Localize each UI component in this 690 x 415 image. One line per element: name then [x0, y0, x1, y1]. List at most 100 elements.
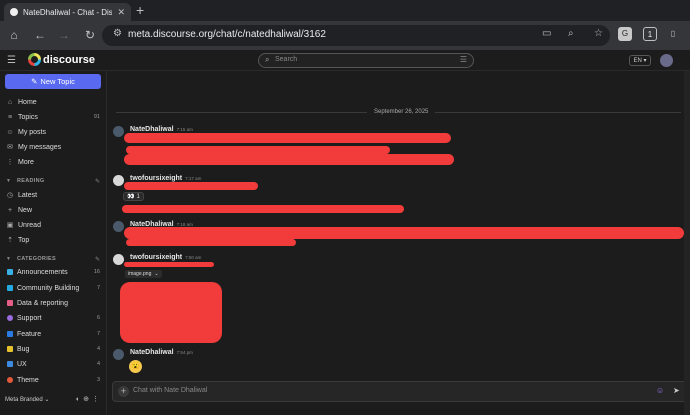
hamburger-menu-icon[interactable]: ☰ [7, 55, 16, 66]
user-avatar[interactable] [660, 54, 673, 67]
author-name: twofoursixeight [130, 254, 183, 261]
reaction-button[interactable]: 👀 1 [123, 192, 144, 201]
avatar[interactable] [113, 126, 124, 137]
message-author[interactable]: twofoursixeight 7:17 am [130, 175, 201, 182]
message-author[interactable]: NateDhaliwal 7:54 pm [130, 349, 193, 356]
sidebar-panel-icon[interactable]: ▯ [666, 27, 680, 41]
theme-selector[interactable]: Meta Branded ⌄ [5, 396, 76, 403]
sidebar-category-ux[interactable]: UX 4 [0, 357, 107, 371]
category-badge-icon [7, 285, 13, 291]
sidebar: ✎ New Topic ⌂ Home ≡ Topics 91 ☺ My post… [0, 71, 107, 415]
url-text[interactable]: meta.discourse.org/chat/c/natedhaliwal/3… [128, 29, 326, 40]
avatar[interactable] [113, 254, 124, 265]
sidebar-item-topics[interactable]: ≡ Topics 91 [0, 110, 107, 124]
author-name: NateDhaliwal [130, 349, 174, 356]
redacted-image[interactable] [120, 282, 222, 343]
category-badge-icon [7, 346, 13, 352]
theme-selector-label: Meta Branded [5, 396, 43, 403]
sidebar-category-support[interactable]: Support 6 [0, 311, 107, 325]
chat-input[interactable]: Chat with Nate Dhaliwal [133, 387, 207, 394]
avatar[interactable] [113, 221, 124, 232]
attach-plus-icon[interactable]: + [118, 386, 129, 397]
emoji-picker-icon[interactable]: ☺ [656, 386, 664, 395]
discourse-logo[interactable]: discourse [28, 53, 95, 66]
browser-tab-bar: NateDhaliwal - Chat - Disco ✕ + [0, 0, 690, 21]
sidebar-item-label: Topics [18, 113, 38, 121]
category-badge-icon [7, 331, 13, 337]
category-count: 6 [96, 315, 100, 321]
search-placeholder: Search [275, 56, 298, 63]
browser-toolbar: ⌂ ← → ↻ ⚙ meta.discourse.org/chat/c/nate… [0, 21, 690, 50]
sidebar-item-my-messages[interactable]: ✉ My messages [0, 140, 107, 154]
category-badge-icon [7, 361, 13, 367]
redacted-text [124, 154, 454, 165]
sidebar-item-home[interactable]: ⌂ Home [0, 95, 107, 109]
chevron-down-icon: ▼ [6, 178, 11, 184]
redacted-text [126, 239, 296, 246]
close-tab-icon[interactable]: ✕ [117, 7, 125, 18]
sidebar-category-data-reporting[interactable]: Data & reporting [0, 296, 107, 310]
pencil-icon[interactable]: ✎ [95, 178, 100, 185]
category-label: Support [17, 314, 42, 322]
back-icon[interactable]: ← [32, 27, 48, 43]
browser-tab[interactable]: NateDhaliwal - Chat - Disco ✕ [4, 3, 131, 21]
sidebar-item-label: Latest [18, 191, 38, 199]
send-icon[interactable]: ➤ [673, 386, 680, 395]
categories-section-header[interactable]: ▼ CATEGORIES ✎ [0, 254, 107, 264]
home-icon[interactable]: ⌂ [6, 27, 22, 43]
forward-icon[interactable]: → [56, 27, 72, 43]
section-label: CATEGORIES [17, 256, 56, 262]
sidebar-item-latest[interactable]: ◷ Latest [0, 188, 107, 202]
new-topic-button[interactable]: ✎ New Topic [5, 74, 101, 89]
unread-icon: ▣ [6, 222, 14, 229]
category-count: 7 [96, 331, 100, 337]
address-bar[interactable]: ⚙ meta.discourse.org/chat/c/natedhaliwal… [102, 25, 610, 46]
avatar[interactable] [113, 175, 124, 186]
user-icon: ☺ [6, 128, 14, 136]
translate-icon[interactable]: G [618, 27, 632, 41]
sidebar-category-theme[interactable]: Theme 3 [0, 373, 107, 387]
scrollbar[interactable] [684, 71, 690, 415]
sidebar-item-more[interactable]: ⋮ More [0, 155, 107, 169]
search-options-icon[interactable]: ☰ [460, 55, 467, 64]
avatar[interactable] [113, 349, 124, 360]
message-author[interactable]: twofoursixeight 7:50 am [130, 254, 201, 261]
sidebar-footer: Meta Branded ⌄ ◐⊕⋮ [0, 392, 107, 406]
sidebar-category-bug[interactable]: Bug 4 [0, 342, 107, 356]
language-switcher[interactable]: EN ▾ [629, 55, 651, 66]
sidebar-category-announcements[interactable]: Announcements 16 [0, 265, 107, 279]
sidebar-category-feature[interactable]: Feature 7 [0, 327, 107, 341]
sidebar-item-unread[interactable]: ▣ Unread [0, 218, 107, 232]
message-time: 7:15 am [176, 127, 193, 132]
reload-icon[interactable]: ↻ [82, 27, 98, 43]
search-icon: ⌕ [265, 55, 270, 64]
logo-text: discourse [43, 53, 95, 66]
search-input[interactable]: ⌕ Search ☰ [258, 53, 474, 68]
pencil-icon[interactable]: ✎ [95, 256, 100, 263]
extension-badge[interactable]: 1 [643, 27, 657, 41]
category-count: 7 [96, 285, 100, 291]
message-time: 7:17 am [185, 176, 202, 181]
discourse-logo-icon [28, 53, 41, 66]
language-label: EN [633, 58, 642, 64]
message-author[interactable]: NateDhaliwal 7:15 am [130, 126, 193, 133]
redacted-text [124, 182, 258, 190]
bookmark-star-icon[interactable]: ☆ [594, 28, 603, 39]
sidebar-category-community-building[interactable]: Community Building 7 [0, 281, 107, 295]
cast-icon[interactable]: ▭ [542, 28, 551, 39]
top-icon: ⇡ [7, 237, 13, 244]
sidebar-footer-icons[interactable]: ◐⊕⋮ [76, 395, 102, 403]
new-tab-icon[interactable]: + [136, 2, 144, 18]
attachment-toggle[interactable]: image.png ⌄ [125, 270, 162, 278]
sidebar-item-new[interactable]: + New [0, 203, 107, 217]
zoom-icon[interactable]: ⌕ [568, 28, 574, 39]
sidebar-item-top[interactable]: ⇡ Top [0, 233, 107, 247]
sidebar-item-label: New [18, 206, 33, 214]
sidebar-item-my-posts[interactable]: ☺ My posts [0, 125, 107, 139]
topics-icon: ≡ [7, 113, 13, 121]
chat-composer[interactable]: + Chat with Nate Dhaliwal ☺ ➤ [112, 381, 689, 402]
site-settings-icon[interactable]: ⚙ [113, 28, 122, 39]
eyes-emoji-icon: 👀 [127, 194, 135, 200]
category-count: 3 [96, 377, 100, 383]
reading-section-header[interactable]: ▼ READING ✎ [0, 176, 107, 186]
